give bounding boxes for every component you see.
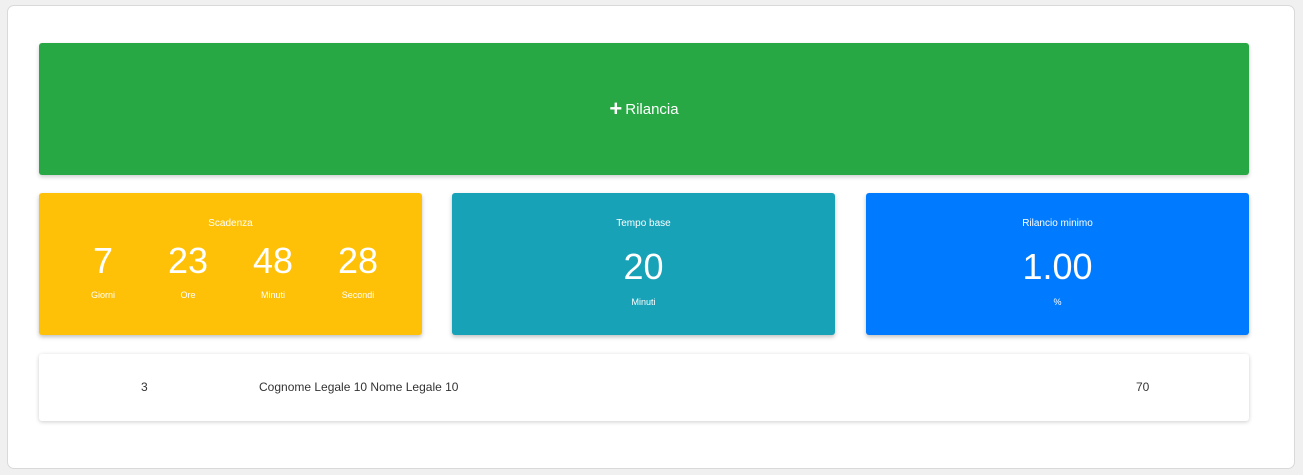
- base-time-unit: Minuti: [631, 297, 656, 307]
- base-time-title: Tempo base: [616, 218, 671, 229]
- bidder-name: Cognome Legale 10 Nome Legale 10: [259, 380, 459, 394]
- countdown-minutes: 48 Minuti: [231, 240, 316, 300]
- min-raise-tile: Rilancio minimo 1.00 %: [866, 193, 1249, 335]
- base-time-value: 20: [623, 246, 664, 287]
- min-raise-title: Rilancio minimo: [1022, 218, 1093, 229]
- hours-label: Ore: [180, 290, 196, 300]
- base-time-tile: Tempo base 20 Minuti: [452, 193, 835, 335]
- minutes-value: 48: [252, 240, 294, 281]
- min-raise-unit: %: [1053, 297, 1062, 307]
- min-raise-value: 1.00: [1022, 246, 1093, 287]
- countdown-hours: 23 Ore: [146, 240, 231, 300]
- countdown-units: 7 Giorni 23 Ore 48 Minuti 28 Secondi: [39, 240, 422, 300]
- seconds-value: 28: [337, 240, 379, 281]
- countdown-title: Scadenza: [208, 218, 253, 229]
- countdown-seconds: 28 Secondi: [316, 240, 401, 300]
- seconds-label: Secondi: [341, 290, 375, 300]
- rilancia-label: Rilancia: [625, 100, 679, 118]
- bid-amount: 70: [1136, 380, 1150, 394]
- deadline-countdown-tile: Scadenza 7 Giorni 23 Ore 48 Minuti 28 Se…: [39, 193, 422, 335]
- days-value: 7: [92, 240, 114, 281]
- bid-row: 3 Cognome Legale 10 Nome Legale 10 70: [39, 354, 1249, 421]
- bid-rank: 3: [141, 380, 148, 394]
- days-label: Giorni: [90, 290, 115, 300]
- rilancia-button[interactable]: + Rilancia: [39, 43, 1249, 175]
- plus-icon: +: [609, 96, 623, 121]
- minutes-label: Minuti: [260, 290, 285, 300]
- hours-value: 23: [167, 240, 209, 281]
- countdown-days: 7 Giorni: [61, 240, 146, 300]
